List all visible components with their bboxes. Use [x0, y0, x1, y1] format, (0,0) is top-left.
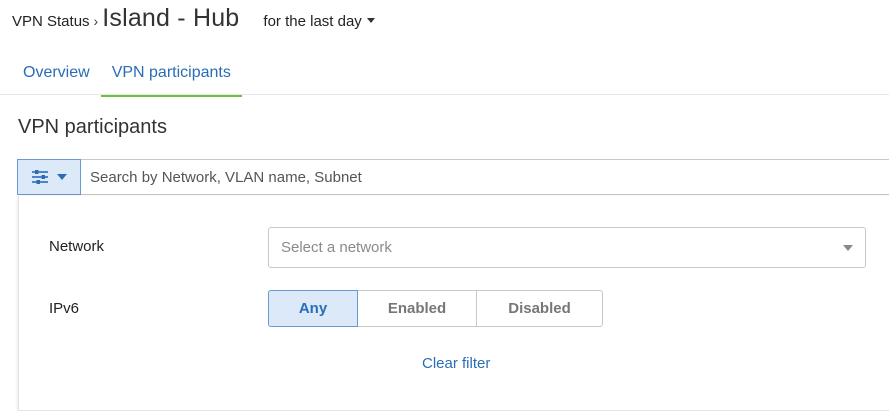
clear-filter-link[interactable]: Clear filter	[422, 355, 490, 372]
section-title: VPN participants	[18, 116, 167, 138]
page-header: VPN Status › Island - Hub for the last d…	[12, 4, 375, 33]
chevron-down-icon	[57, 174, 67, 180]
search-bar	[17, 159, 889, 195]
ipv6-option-enabled[interactable]: Enabled	[357, 290, 477, 327]
tab-overview[interactable]: Overview	[12, 55, 101, 97]
dropdown-caret-icon	[843, 245, 853, 251]
tab-vpn-participants[interactable]: VPN participants	[100, 55, 242, 97]
ipv6-label: IPv6	[49, 300, 80, 317]
caret-down-icon	[366, 18, 375, 23]
network-label: Network	[49, 238, 105, 255]
time-range-label: for the last day	[263, 13, 362, 30]
ipv6-segmented-control: Any Enabled Disabled	[268, 290, 603, 327]
ipv6-option-any[interactable]: Any	[268, 290, 358, 327]
breadcrumb-separator: ›	[93, 13, 99, 29]
filter-panel: Network Select a network IPv6 Any Enable…	[18, 196, 889, 411]
network-select[interactable]: Select a network	[268, 227, 866, 268]
search-input[interactable]	[81, 159, 889, 195]
filter-toggle-button[interactable]	[17, 159, 81, 195]
tab-bar: Overview VPN participants	[12, 55, 242, 97]
breadcrumb-vpn-status[interactable]: VPN Status	[12, 13, 90, 30]
time-range-dropdown[interactable]: for the last day	[263, 13, 375, 30]
tabs-divider	[0, 94, 889, 95]
network-select-placeholder: Select a network	[281, 239, 392, 256]
ipv6-option-disabled[interactable]: Disabled	[476, 290, 603, 327]
page-title: Island - Hub	[102, 4, 240, 32]
sliders-icon	[32, 170, 48, 184]
